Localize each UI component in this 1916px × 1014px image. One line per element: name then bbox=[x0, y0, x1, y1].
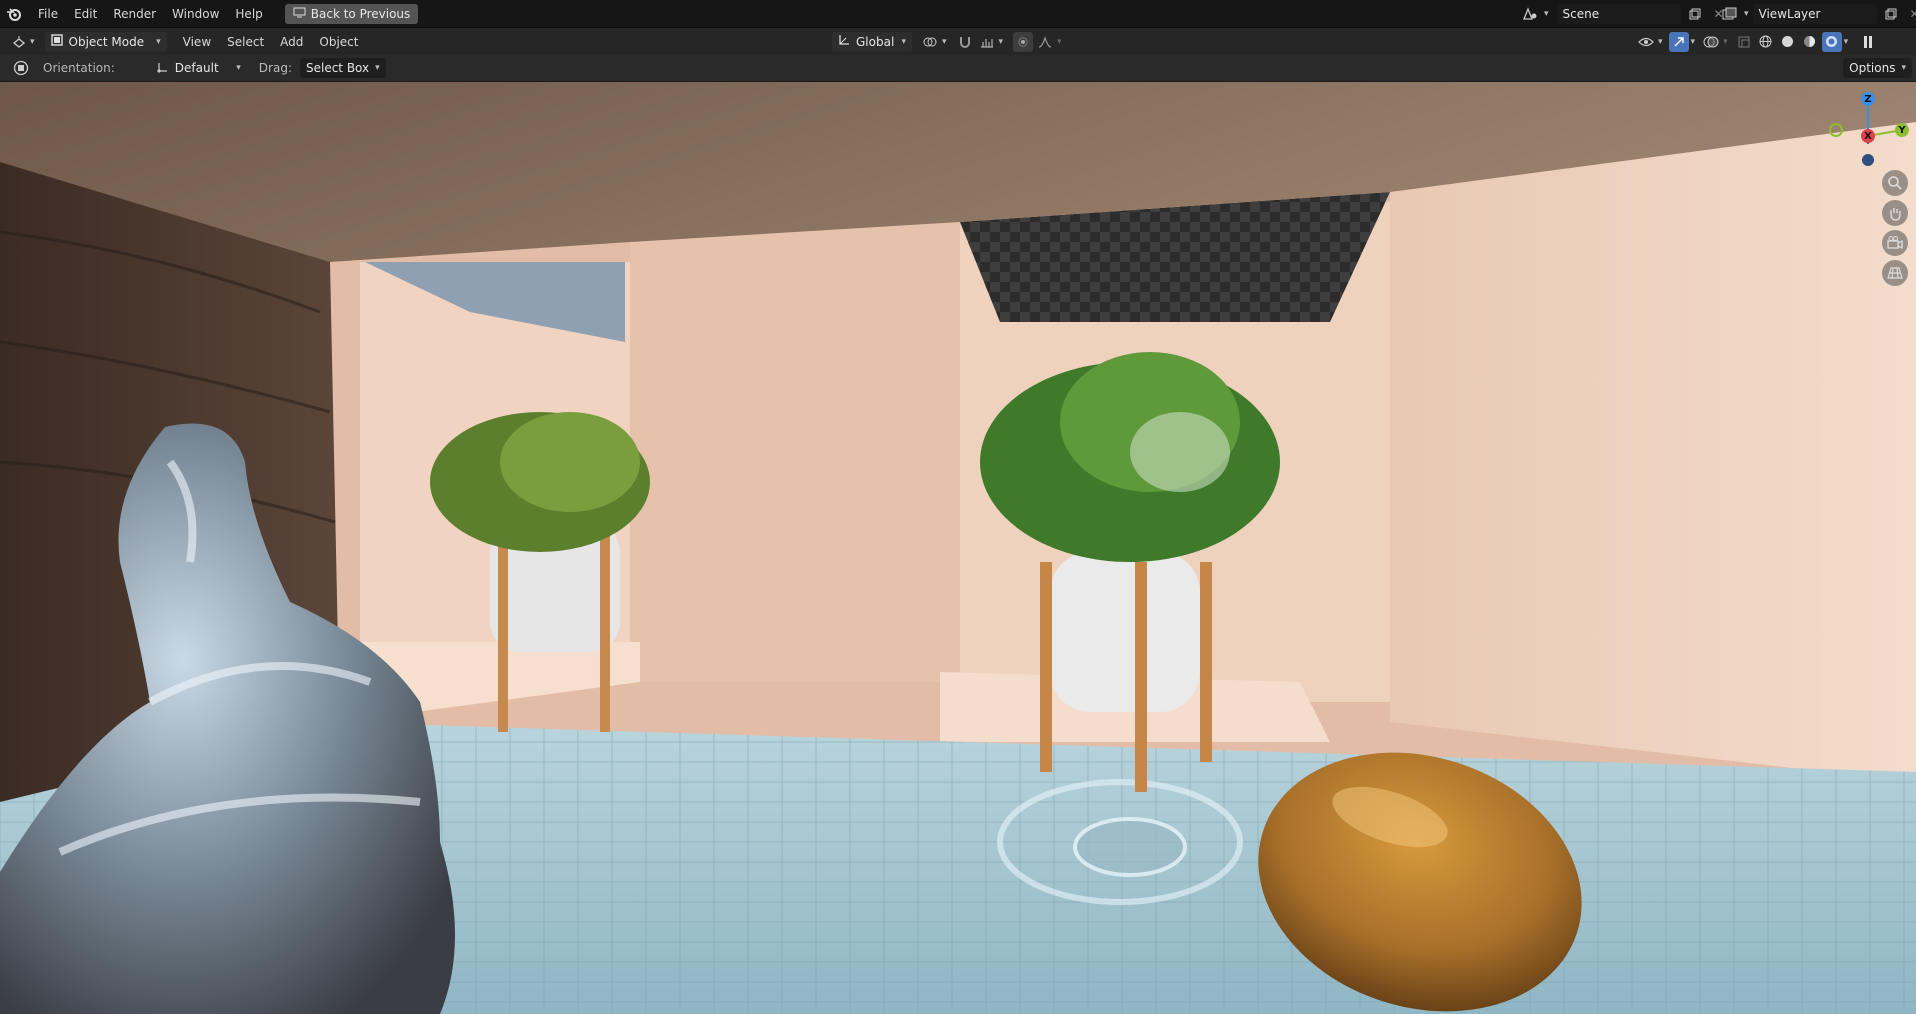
scene-name-field[interactable]: Scene bbox=[1556, 3, 1681, 24]
new-scene-icon[interactable] bbox=[1685, 4, 1705, 24]
chevron-down-icon: ▾ bbox=[375, 63, 380, 73]
chevron-down-icon[interactable]: ▾ bbox=[1744, 9, 1749, 19]
mode-dropdown[interactable]: Object Mode ▾ bbox=[44, 31, 167, 52]
editor-type-icon[interactable] bbox=[10, 32, 30, 52]
back-to-previous-button[interactable]: Back to Previous bbox=[284, 3, 419, 24]
proportional-editing-icon[interactable] bbox=[1013, 31, 1034, 52]
menu-object[interactable]: Object bbox=[311, 31, 366, 53]
zoom-magnifier-icon[interactable] bbox=[1882, 170, 1908, 196]
chevron-down-icon: ▾ bbox=[236, 63, 241, 73]
rendered-shading-icon[interactable] bbox=[1821, 31, 1842, 52]
solid-shading-icon[interactable] bbox=[1778, 32, 1798, 52]
tool-settings-bar: Orientation: Default ▾ Drag: Select Box … bbox=[0, 55, 1916, 82]
menu-select[interactable]: Select bbox=[219, 31, 272, 53]
options-label: Options bbox=[1849, 61, 1896, 75]
close-icon[interactable]: ✕ bbox=[1905, 4, 1916, 24]
chevron-down-icon[interactable]: ▾ bbox=[1691, 37, 1696, 47]
gizmo-negative-z-axis[interactable] bbox=[1862, 154, 1874, 166]
menu-render[interactable]: Render bbox=[105, 3, 164, 25]
chevron-down-icon[interactable]: ▾ bbox=[1544, 9, 1549, 19]
pivot-point-icon[interactable] bbox=[920, 32, 940, 52]
chevron-down-icon: ▾ bbox=[1901, 63, 1906, 73]
chevron-down-icon: ▾ bbox=[901, 36, 906, 47]
perspective-grid-icon[interactable] bbox=[1882, 260, 1908, 286]
viewport-header: ▾ Object Mode ▾ View Select Add Object G… bbox=[0, 28, 1916, 55]
xray-toggle-icon[interactable] bbox=[1734, 32, 1754, 52]
header-menu: View Select Add Object bbox=[175, 31, 367, 53]
menu-view[interactable]: View bbox=[175, 31, 219, 53]
orientation-label: Orientation: bbox=[43, 61, 115, 75]
gizmo-z-axis[interactable]: Z bbox=[1861, 92, 1875, 106]
main-menu: File Edit Render Window Help bbox=[30, 3, 271, 25]
chevron-down-icon[interactable]: ▾ bbox=[1057, 37, 1062, 47]
menu-file[interactable]: File bbox=[30, 3, 66, 25]
pause-render-icon[interactable] bbox=[1858, 32, 1878, 52]
rendered-scene bbox=[0, 82, 1916, 1014]
drag-label: Drag: bbox=[258, 61, 292, 75]
active-tool-icon[interactable] bbox=[11, 58, 31, 78]
menu-add[interactable]: Add bbox=[272, 31, 311, 53]
mode-label: Object Mode bbox=[68, 34, 145, 49]
chevron-down-icon[interactable]: ▾ bbox=[1723, 37, 1728, 47]
view-layer-name: ViewLayer bbox=[1758, 6, 1821, 21]
scene-selector: ▾ Scene ✕ bbox=[1520, 3, 1729, 24]
scene-icon[interactable] bbox=[1520, 4, 1540, 24]
blender-logo-icon[interactable] bbox=[4, 4, 24, 24]
view-layer-icon[interactable] bbox=[1720, 4, 1740, 24]
drag-value: Select Box bbox=[305, 61, 370, 75]
orientation-gizmo-icon bbox=[157, 61, 169, 76]
camera-view-icon[interactable] bbox=[1882, 230, 1908, 256]
visibility-eye-icon[interactable] bbox=[1636, 32, 1656, 52]
gizmo-x-axis[interactable]: X bbox=[1861, 129, 1875, 143]
wireframe-shading-icon[interactable] bbox=[1756, 32, 1776, 52]
snap-magnet-icon[interactable] bbox=[955, 32, 975, 52]
screen-icon bbox=[293, 7, 306, 21]
transform-orientation-label: Global bbox=[856, 34, 895, 49]
gizmo-toggle-icon[interactable] bbox=[1668, 31, 1689, 52]
orientation-axes-icon bbox=[838, 34, 850, 49]
scene-name: Scene bbox=[1562, 6, 1600, 21]
drag-dropdown[interactable]: Select Box ▾ bbox=[299, 58, 386, 78]
chevron-down-icon: ▾ bbox=[156, 36, 161, 47]
view-layer-name-field[interactable]: ViewLayer bbox=[1752, 3, 1877, 24]
pan-hand-icon[interactable] bbox=[1882, 200, 1908, 226]
chevron-down-icon[interactable]: ▾ bbox=[942, 37, 947, 47]
gizmo-negative-y-axis[interactable] bbox=[1829, 123, 1843, 137]
orientation-value: Default bbox=[174, 61, 219, 75]
chevron-down-icon[interactable]: ▾ bbox=[30, 37, 35, 47]
navigation-gizmo[interactable]: Z X Y bbox=[1826, 88, 1912, 168]
chevron-down-icon[interactable]: ▾ bbox=[1658, 37, 1663, 47]
new-view-layer-icon[interactable] bbox=[1881, 4, 1901, 24]
viewport-display-controls: ▾ ▾ ▾ ▾ bbox=[1636, 31, 1878, 52]
back-to-previous-label: Back to Previous bbox=[310, 6, 411, 21]
orientation-dropdown[interactable]: Default ▾ bbox=[150, 58, 247, 78]
gizmo-y-axis[interactable]: Y bbox=[1895, 123, 1909, 137]
menu-edit[interactable]: Edit bbox=[66, 3, 105, 25]
options-dropdown[interactable]: Options ▾ bbox=[1843, 58, 1912, 78]
object-mode-icon bbox=[50, 34, 63, 49]
transform-controls: Global ▾ ▾ ▾ ▾ bbox=[832, 31, 1062, 52]
transform-orientation-dropdown[interactable]: Global ▾ bbox=[832, 31, 912, 52]
chevron-down-icon[interactable]: ▾ bbox=[999, 37, 1004, 47]
material-preview-icon[interactable] bbox=[1800, 32, 1820, 52]
overlays-icon[interactable] bbox=[1701, 32, 1721, 52]
top-bar: File Edit Render Window Help Back to Pre… bbox=[0, 0, 1916, 28]
menu-window[interactable]: Window bbox=[164, 3, 227, 25]
snap-increment-icon[interactable] bbox=[977, 32, 997, 52]
3d-viewport[interactable]: Z X Y bbox=[0, 82, 1916, 1014]
chevron-down-icon[interactable]: ▾ bbox=[1844, 37, 1849, 47]
view-layer-selector: ▾ ViewLayer ✕ bbox=[1720, 3, 1916, 24]
falloff-curve-icon[interactable] bbox=[1035, 32, 1055, 52]
menu-help[interactable]: Help bbox=[227, 3, 270, 25]
